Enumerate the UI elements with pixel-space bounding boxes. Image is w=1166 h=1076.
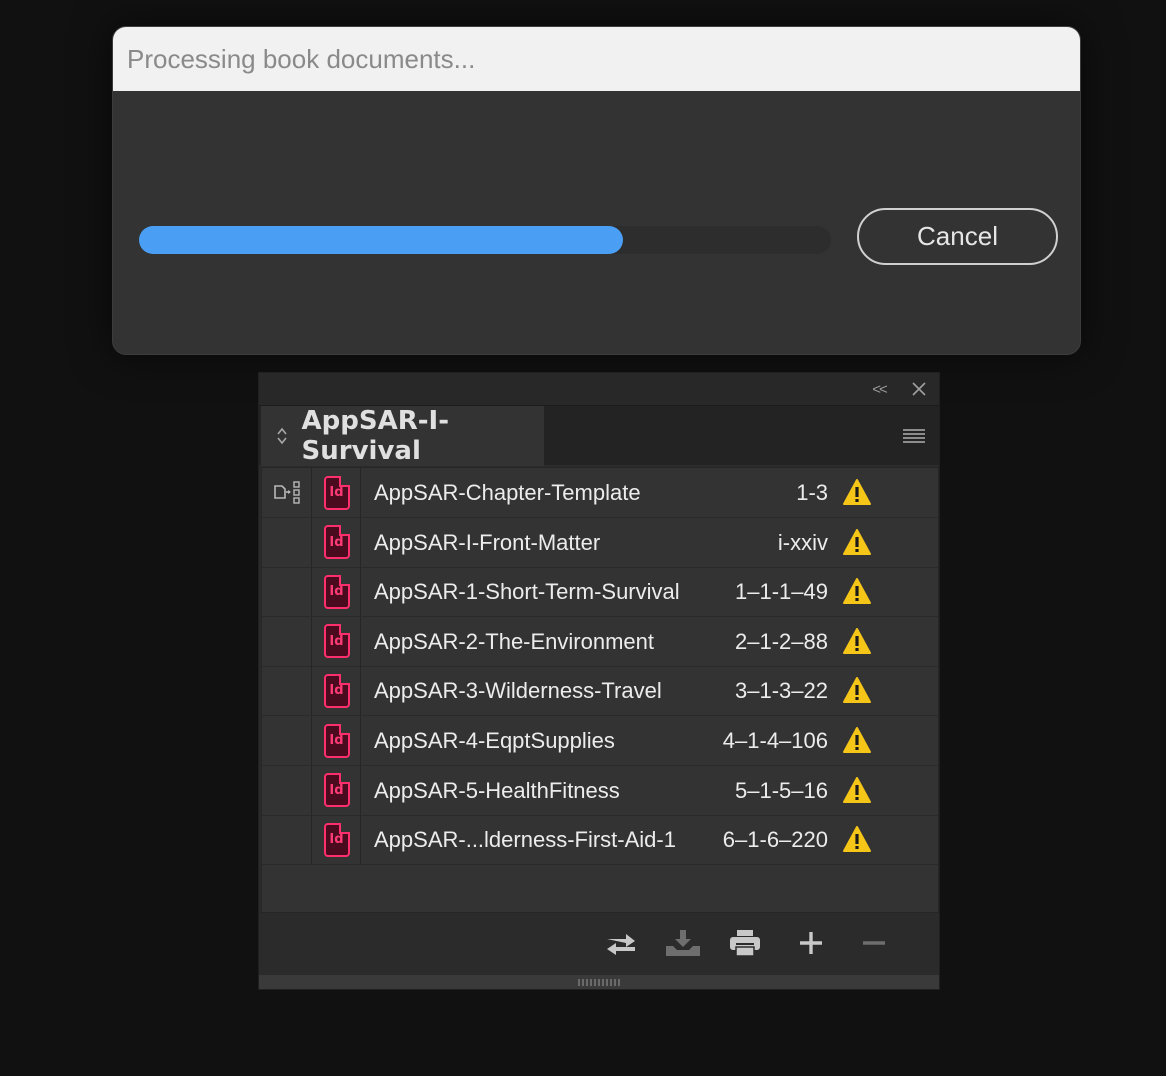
- document-status-cell[interactable]: [262, 666, 312, 716]
- document-name: AppSAR-Chapter-Template: [374, 480, 641, 505]
- indesign-document-icon: Id: [323, 525, 350, 560]
- document-status-cell[interactable]: [262, 716, 312, 765]
- dialog-header: Processing book documents...: [113, 27, 1080, 91]
- panel-toolbar: [259, 914, 939, 972]
- document-page-range: 1–1-1–49: [735, 579, 828, 605]
- indesign-document-icon: Id: [323, 773, 350, 808]
- synchronize-button[interactable]: [603, 929, 639, 957]
- document-row[interactable]: Id AppSAR-Chapter-Template 1-3: [262, 468, 938, 518]
- add-document-icon: [800, 932, 822, 954]
- document-name: AppSAR-1-Short-Term-Survival: [374, 579, 680, 605]
- document-icon-cell: Id: [313, 567, 361, 617]
- indesign-document-icon: Id: [323, 624, 350, 659]
- progress-bar: [139, 226, 831, 254]
- remove-document-button[interactable]: [856, 929, 892, 957]
- dialog-title: Processing book documents...: [127, 43, 476, 74]
- panel-title-bar[interactable]: <<: [259, 373, 939, 405]
- indesign-document-icon: Id: [323, 723, 350, 758]
- style-source-icon: [273, 480, 300, 504]
- close-icon: [912, 382, 926, 396]
- print-book-button[interactable]: [727, 929, 763, 957]
- warning-icon[interactable]: [842, 776, 872, 804]
- save-book-button[interactable]: [665, 929, 701, 957]
- progress-dialog: Processing book documents... Cancel: [112, 26, 1081, 355]
- warning-icon[interactable]: [842, 726, 872, 754]
- remove-document-icon: [863, 941, 885, 945]
- warning-icon[interactable]: [842, 825, 872, 853]
- book-title: AppSAR-I-Survival: [301, 406, 450, 466]
- document-name: AppSAR-...lderness-First-Aid-1: [374, 827, 676, 853]
- document-row[interactable]: Id AppSAR-2-The-Environment 2–1-2–88: [262, 616, 938, 667]
- document-row[interactable]: Id AppSAR-...lderness-First-Aid-1 6–1-6–22…: [262, 815, 938, 866]
- progress-bar-fill: [139, 226, 624, 254]
- warning-icon[interactable]: [842, 577, 872, 605]
- document-status-cell[interactable]: [262, 517, 312, 567]
- indesign-document-icon: Id: [323, 822, 350, 857]
- add-document-button[interactable]: [793, 929, 829, 957]
- synchronize-icon: [607, 934, 635, 955]
- document-name: AppSAR-5-HealthFitness: [374, 777, 620, 803]
- panel-tab-row: AppSAR-I-Survival: [259, 405, 939, 466]
- warning-icon[interactable]: [842, 478, 872, 506]
- document-row[interactable]: Id AppSAR-3-Wilderness-Travel 3–1-3–22: [262, 666, 938, 717]
- document-icon-cell: Id: [313, 666, 361, 716]
- document-status-cell[interactable]: [262, 468, 312, 517]
- document-icon-cell: Id: [313, 616, 361, 666]
- document-status-cell[interactable]: [262, 567, 312, 617]
- document-page-range: 4–1-4–106: [722, 728, 828, 753]
- document-page-range: 1-3: [796, 480, 828, 505]
- document-page-range: 6–1-6–220: [722, 827, 828, 853]
- document-name: AppSAR-I-Front-Matter: [374, 529, 601, 555]
- document-icon-cell: Id: [313, 765, 361, 815]
- document-name: AppSAR-3-Wilderness-Travel: [374, 678, 662, 704]
- document-name: AppSAR-2-The-Environment: [374, 628, 655, 654]
- document-icon-cell: Id: [313, 815, 361, 865]
- warning-icon[interactable]: [842, 528, 872, 556]
- panel-resize-handle[interactable]: [259, 975, 939, 989]
- warning-icon[interactable]: [842, 676, 872, 704]
- collapse-panel-button[interactable]: <<: [869, 379, 889, 399]
- save-book-icon: [666, 930, 700, 956]
- warning-icon[interactable]: [842, 627, 872, 655]
- indesign-document-icon: Id: [323, 673, 350, 708]
- grip-icon: [578, 978, 620, 986]
- document-status-cell[interactable]: [262, 616, 312, 666]
- document-page-range: i-xxiv: [777, 529, 828, 555]
- document-page-range: 3–1-3–22: [735, 678, 828, 704]
- print-book-icon: [730, 930, 760, 957]
- indesign-document-icon: Id: [323, 475, 350, 510]
- document-row[interactable]: Id AppSAR-4-EqptSupplies 4–1-4–106: [262, 716, 938, 766]
- document-page-range: 2–1-2–88: [735, 628, 828, 654]
- close-panel-button[interactable]: [909, 379, 929, 399]
- document-row[interactable]: Id AppSAR-1-Short-Term-Survival 1–1-1–49: [262, 567, 938, 618]
- document-row[interactable]: Id AppSAR-I-Front-Matter i-xxiv: [262, 517, 938, 568]
- document-icon-cell: Id: [313, 517, 361, 567]
- document-row[interactable]: Id AppSAR-5-HealthFitness 5–1-5–16: [262, 765, 938, 816]
- document-name: AppSAR-4-EqptSupplies: [374, 728, 615, 753]
- document-icon-cell: Id: [313, 468, 361, 517]
- document-list: Id AppSAR-Chapter-Template 1-3 Id AppSAR-I-F…: [261, 467, 939, 913]
- document-icon-cell: Id: [313, 716, 361, 765]
- panel-menu-icon[interactable]: [903, 428, 925, 444]
- document-status-cell[interactable]: [262, 765, 312, 815]
- document-page-range: 5–1-5–16: [735, 777, 828, 803]
- tab-expand-icon[interactable]: [275, 425, 290, 447]
- cancel-button[interactable]: Cancel: [857, 208, 1058, 265]
- book-panel: << AppSAR-I-Survival Id AppSAR-Chapter-Te…: [258, 372, 940, 990]
- document-status-cell[interactable]: [262, 815, 312, 865]
- tab-book[interactable]: AppSAR-I-Survival: [261, 406, 544, 466]
- indesign-document-icon: Id: [323, 574, 350, 609]
